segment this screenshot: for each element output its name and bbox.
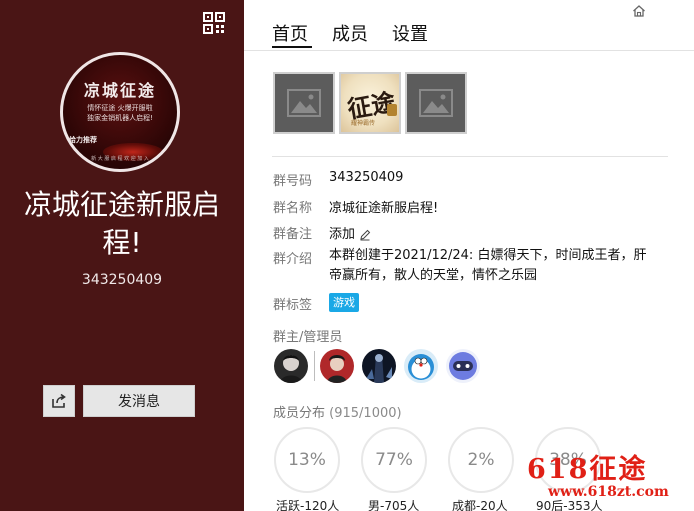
avatar-line-3: 给力推荐: [69, 136, 97, 144]
image-placeholder-icon: [287, 89, 321, 117]
group-number-label: 群号码: [273, 174, 313, 189]
remark-add-text: 添加: [329, 227, 356, 242]
avatar-line-1: 情怀征途 火爆开服啦: [87, 104, 153, 112]
distribution-label-gender: 男-705人: [368, 499, 420, 511]
distribution-ring-gender[interactable]: 77%: [361, 427, 427, 493]
group-photo-2[interactable]: 征途 耀神霸传: [339, 72, 401, 134]
group-id: 343250409: [81, 272, 163, 288]
watermark-logo: 618征途: [527, 454, 648, 485]
share-icon: [52, 393, 66, 408]
group-name-label: 群名称: [273, 201, 313, 216]
edit-pencil-icon: [360, 229, 371, 240]
owner-avatar[interactable]: [274, 349, 308, 383]
member-distribution-title: 成员分布 (915/1000): [273, 402, 402, 421]
group-remark-add[interactable]: 添加: [329, 223, 371, 242]
distribution-ring-region[interactable]: 2%: [448, 427, 514, 493]
share-button[interactable]: [43, 385, 75, 417]
admin-avatar-3[interactable]: [404, 349, 438, 383]
image-placeholder-icon: [419, 89, 453, 117]
admin-avatar-2[interactable]: [362, 349, 396, 383]
group-number-value: 343250409: [329, 170, 404, 185]
tab-home[interactable]: 首页: [272, 20, 308, 46]
member-count: (915/1000): [329, 406, 402, 421]
tab-members[interactable]: 成员: [332, 20, 368, 46]
group-avatar[interactable]: 凉城征途 情怀征途 火爆开服啦 独家金销机器人启程! 给力推荐 新 大 服 启 …: [60, 52, 180, 172]
send-message-button[interactable]: 发消息: [83, 385, 195, 417]
group-remark-label: 群备注: [273, 227, 313, 242]
qr-code-icon[interactable]: [203, 12, 225, 34]
avatar-line-4: 新 大 服 启 程 欢 迎 加 入: [91, 156, 149, 162]
group-intro-value: 本群创建于2021/12/24: 白嫖得天下，时间成王者，肝帝赢所有，散人的天堂…: [329, 248, 647, 283]
photo-art-seal: [387, 104, 397, 116]
avatar-line-2: 独家金销机器人启程!: [87, 114, 153, 122]
photo-art-subtitle: 耀神霸传: [351, 120, 376, 127]
group-name-title: 凉城征途新服启程!: [23, 188, 220, 259]
home-icon[interactable]: [632, 3, 646, 17]
admin-avatar-1[interactable]: [320, 349, 354, 383]
tab-settings[interactable]: 设置: [392, 20, 428, 46]
info-divider: [272, 156, 668, 157]
admins-title: 群主/管理员: [273, 330, 343, 345]
distribution-title-text: 成员分布: [273, 406, 326, 421]
group-name-value: 凉城征途新服启程!: [329, 201, 439, 216]
watermark-url: www.618zt.com: [548, 484, 669, 500]
avatar-title: 凉城征途: [83, 81, 156, 100]
tabs-divider: [244, 50, 694, 51]
group-photo-3[interactable]: [405, 72, 467, 134]
distribution-ring-active[interactable]: 13%: [274, 427, 340, 493]
active-tab-indicator: [272, 46, 312, 48]
group-tags-label: 群标签: [273, 298, 313, 313]
group-tag-badge[interactable]: 游戏: [329, 293, 359, 312]
group-intro-label: 群介绍: [273, 252, 313, 267]
admin-avatar-4[interactable]: [446, 349, 480, 383]
group-profile-panel: 凉城征途 情怀征途 火爆开服啦 独家金销机器人启程! 给力推荐 新 大 服 启 …: [0, 0, 244, 511]
owner-admin-separator: [314, 351, 315, 381]
distribution-label-region: 成都-20人: [452, 499, 508, 511]
group-photo-1[interactable]: [273, 72, 335, 134]
distribution-label-active: 活跃-120人: [276, 499, 340, 511]
